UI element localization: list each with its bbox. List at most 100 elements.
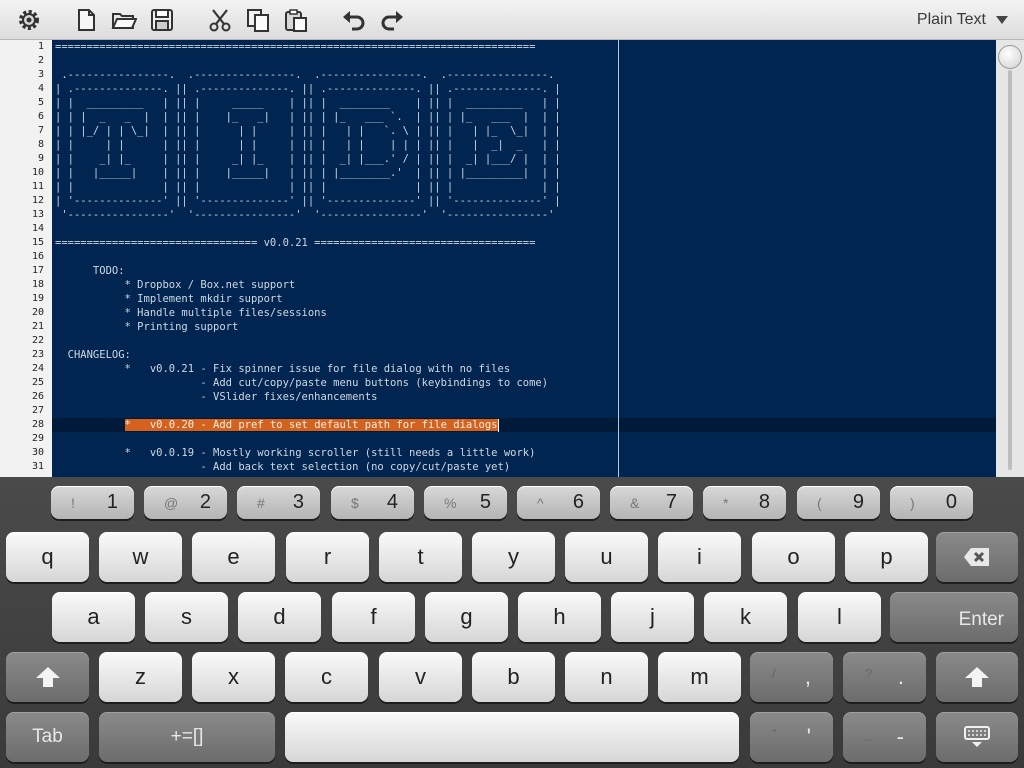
code-line[interactable]: ================================ v0.0.21… <box>55 236 535 250</box>
undo-icon[interactable] <box>338 4 370 36</box>
paste-icon[interactable] <box>280 4 312 36</box>
key-n[interactable]: n <box>565 652 648 702</box>
key-j[interactable]: j <box>611 592 694 642</box>
line-number: 3 <box>37 69 44 80</box>
code-line[interactable]: * Dropbox / Box.net support <box>55 278 296 292</box>
key-3[interactable]: #3 <box>237 486 320 519</box>
key-number: 0 <box>945 491 957 513</box>
key-h[interactable]: h <box>518 592 601 642</box>
copy-icon[interactable] <box>242 4 274 36</box>
code-line[interactable]: ========================================… <box>55 40 535 54</box>
code-line[interactable]: * Implement mkdir support <box>55 292 283 306</box>
code-line[interactable]: * Printing support <box>55 320 239 334</box>
syntax-mode-dropdown[interactable]: Plain Text <box>917 0 1008 40</box>
key-e[interactable]: e <box>192 532 275 582</box>
symbols-key[interactable]: +=[] <box>99 712 275 762</box>
code-line[interactable]: | .--------------. || .--------------. |… <box>55 82 561 96</box>
save-disk-icon[interactable] <box>146 4 178 36</box>
line-number: 9 <box>37 153 44 164</box>
shift-arrow-icon <box>35 667 60 687</box>
code-line[interactable]: CHANGELOG: <box>55 348 131 362</box>
code-line[interactable]: * v0.0.21 - Fix spinner issue for file d… <box>55 362 511 376</box>
settings-gear-icon[interactable] <box>13 4 45 36</box>
selected-text[interactable]: * v0.0.20 - Add pref to set default path… <box>124 419 498 431</box>
redo-icon[interactable] <box>376 4 408 36</box>
backspace-key[interactable] <box>936 532 1018 582</box>
key-v[interactable]: v <box>379 652 462 702</box>
key-5[interactable]: % 5 <box>424 486 507 519</box>
key-8[interactable]: * 8 <box>703 486 786 519</box>
key-d[interactable]: d <box>238 592 321 642</box>
key-b[interactable]: b <box>472 652 555 702</box>
code-line[interactable]: - VSlider fixes/enhancements <box>55 390 377 404</box>
line-number: 8 <box>37 139 44 150</box>
key-9[interactable]: (9 <box>797 486 880 519</box>
line-number: 11 <box>31 181 44 192</box>
key-p[interactable]: p <box>845 532 928 582</box>
key-l[interactable]: l <box>798 592 881 642</box>
key-m[interactable]: m <box>658 652 741 702</box>
key-r[interactable]: r <box>286 532 369 582</box>
key-alt-char: ? <box>865 666 873 681</box>
shift-left-key[interactable] <box>6 652 89 702</box>
hide-keyboard-key[interactable] <box>936 712 1018 762</box>
open-folder-icon[interactable] <box>108 4 140 36</box>
code-line[interactable]: | | |_/ | | \_| | || | | | | || | | | `.… <box>55 124 561 138</box>
key-u[interactable]: u <box>565 532 648 582</box>
key-z[interactable]: z <box>99 652 182 702</box>
syntax-mode-label: Plain Text <box>916 11 986 28</box>
key-w[interactable]: w <box>99 532 182 582</box>
enter-key[interactable]: Enter <box>890 592 1018 642</box>
key-k[interactable]: k <box>704 592 787 642</box>
code-line[interactable]: * Handle multiple files/sessions <box>55 306 327 320</box>
comma-key[interactable]: /, <box>750 652 833 702</box>
text-cursor <box>497 418 499 432</box>
key-2[interactable]: @2 <box>144 486 227 519</box>
period-key[interactable]: ?. <box>843 652 926 702</box>
key-s[interactable]: s <box>145 592 228 642</box>
code-line[interactable]: * v0.0.19 - Mostly working scroller (sti… <box>55 446 536 460</box>
key-x[interactable]: x <box>192 652 275 702</box>
key-q[interactable]: q <box>6 532 89 582</box>
key-c[interactable]: c <box>285 652 368 702</box>
code-line[interactable]: | | _| |_ | || | _| |_ | || | _| |___.' … <box>55 152 561 166</box>
key-i[interactable]: i <box>658 532 741 582</box>
code-line[interactable]: * v0.0.20 - Add pref to set default path… <box>55 418 499 432</box>
key-1[interactable]: ! 1 <box>51 486 134 519</box>
key-t[interactable]: t <box>379 532 462 582</box>
code-line[interactable]: .----------------. .----------------. .-… <box>55 68 554 82</box>
quote-key[interactable]: " ' <box>750 712 833 762</box>
key-0[interactable]: ) 0 <box>890 486 973 519</box>
key-symbol: ( <box>817 494 822 511</box>
key-7[interactable]: & 7 <box>610 486 693 519</box>
code-line[interactable]: | | | _ _ | | || | |_ _| | || | |_ ___ `… <box>55 110 561 124</box>
scroll-thumb[interactable] <box>998 45 1022 69</box>
code-line[interactable]: | | | || | | || | | || | | | <box>55 180 561 194</box>
code-line[interactable]: | | |_____| | || | |_____| | || | |_____… <box>55 166 561 180</box>
code-line[interactable]: TODO: <box>55 264 125 278</box>
tab-key[interactable]: Tab <box>6 712 89 762</box>
line-number: 13 <box>31 209 44 220</box>
key-y[interactable]: y <box>472 532 555 582</box>
code-line[interactable]: | | | | | || | | | | || | | | | | | || |… <box>55 138 561 152</box>
code-line[interactable]: - Add back text selection (no copy/cut/p… <box>55 460 510 474</box>
code-area[interactable]: ========================================… <box>52 40 996 477</box>
key-4[interactable]: $4 <box>331 486 414 519</box>
space-key[interactable] <box>285 712 739 762</box>
key-f[interactable]: f <box>332 592 415 642</box>
line-number: 20 <box>31 307 44 318</box>
key-g[interactable]: g <box>425 592 508 642</box>
cut-scissors-icon[interactable] <box>204 4 236 36</box>
editor: 1 2 3 4 5 6 7 8 9 10 11 12 13 14 15 16 17 18 19 20 21 22 23 24 2… <box>0 40 1024 477</box>
code-line[interactable]: '----------------' '----------------' '-… <box>55 208 554 222</box>
key-a[interactable]: a <box>52 592 135 642</box>
dash-key[interactable]: _ - <box>843 712 926 762</box>
code-line[interactable]: | | _________ | || | _____ | || | ______… <box>55 96 561 110</box>
vertical-scrollbar[interactable] <box>996 40 1024 477</box>
new-file-icon[interactable] <box>70 4 102 36</box>
code-line[interactable]: - Add cut/copy/paste menu buttons (keybi… <box>55 376 548 390</box>
code-line[interactable]: | '--------------' || '--------------' |… <box>55 194 561 208</box>
shift-right-key[interactable] <box>936 652 1018 702</box>
key-o[interactable]: o <box>752 532 835 582</box>
key-6[interactable]: ^ 6 <box>517 486 600 519</box>
